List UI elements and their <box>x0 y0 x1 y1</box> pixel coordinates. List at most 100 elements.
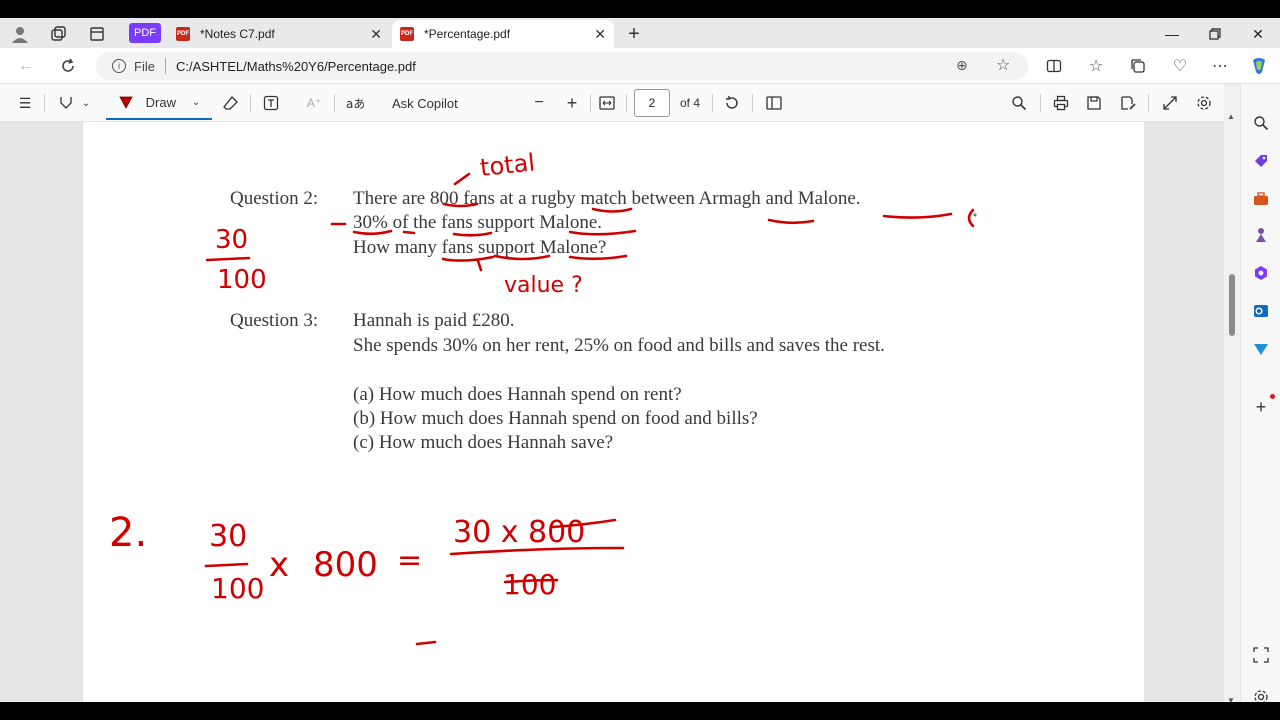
search-icon[interactable] <box>1252 114 1270 132</box>
page-number-input[interactable]: 2 <box>634 89 670 117</box>
scroll-thumb[interactable] <box>1229 274 1235 336</box>
zoom-in-icon[interactable]: + <box>561 92 583 114</box>
tab-percentage[interactable]: PDF *Percentage.pdf ✕ <box>392 20 614 48</box>
question-2-line-2: 30% of the fans support Malone. <box>353 212 603 233</box>
tab-title: *Notes C7.pdf <box>200 27 275 41</box>
address-bar[interactable]: i File C:/ASHTEL/Maths%20Y6/Percentage.p… <box>96 52 1028 80</box>
question-3-part-b: (b) How much does Hannah spend on food a… <box>353 408 758 429</box>
workspaces-icon[interactable] <box>44 22 72 46</box>
settings-gear-icon[interactable] <box>1193 92 1215 114</box>
draw-label: Draw <box>145 94 176 110</box>
ask-copilot-button[interactable]: Ask Copilot <box>392 92 458 114</box>
ink-work-num: 30 <box>209 519 247 554</box>
save-as-icon[interactable] <box>1117 92 1139 114</box>
copilot-icon[interactable] <box>1245 54 1273 78</box>
info-icon: i <box>112 59 126 73</box>
divider <box>1148 94 1149 112</box>
close-icon[interactable]: ✕ <box>370 26 382 43</box>
sidebar-settings-icon[interactable] <box>1252 688 1270 702</box>
fit-page-icon[interactable] <box>596 92 618 114</box>
draw-pen-icon <box>118 96 133 109</box>
tab-title: *Percentage.pdf <box>424 27 511 41</box>
fullscreen-icon[interactable] <box>1159 92 1181 114</box>
add-app-icon[interactable]: + <box>1252 397 1270 417</box>
restore-icon[interactable] <box>1195 22 1235 46</box>
ink-dot <box>973 213 977 217</box>
ink-underline-armagh <box>767 218 815 225</box>
scrollbar[interactable]: ▲ ▼ <box>1224 84 1240 702</box>
send-icon[interactable] <box>1252 340 1270 358</box>
page-view-icon[interactable] <box>763 92 785 114</box>
divider <box>250 94 251 112</box>
divider <box>752 94 753 112</box>
ink-frac-num: 30 <box>215 225 248 255</box>
new-tab-icon[interactable]: + <box>620 22 648 46</box>
ink-dash-2 <box>415 640 437 646</box>
ink-underline-malone <box>882 212 953 219</box>
page-total: of 4 <box>680 96 701 110</box>
pdf-extension-icon[interactable]: PDF <box>129 23 161 43</box>
scroll-up-icon[interactable]: ▲ <box>1227 112 1235 121</box>
favorites-icon[interactable]: ☆ <box>1082 54 1110 78</box>
pdf-page[interactable]: Question 2: There are 800 fans at a rugb… <box>83 122 1144 702</box>
search-icon[interactable] <box>1008 92 1030 114</box>
chevron-down-icon: ⌄ <box>81 97 91 109</box>
pdf-file-icon: PDF <box>400 27 414 41</box>
tab-actions-icon[interactable] <box>83 22 111 46</box>
close-window-icon[interactable]: ✕ <box>1238 22 1278 46</box>
copilot-app-icon[interactable] <box>1252 264 1270 282</box>
divider <box>626 94 627 112</box>
refresh-icon[interactable] <box>54 54 82 78</box>
draw-button[interactable]: Draw ⌄ <box>106 86 212 120</box>
ink-work-times: x <box>269 545 289 585</box>
games-icon[interactable] <box>1252 226 1270 244</box>
read-aloud-icon[interactable]: aあ <box>344 92 366 114</box>
ink-fraction-bar-2 <box>204 562 249 568</box>
tools-briefcase-icon[interactable] <box>1252 190 1270 208</box>
chevron-down-icon: ⌄ <box>191 96 201 108</box>
tab-notes[interactable]: PDF *Notes C7.pdf ✕ <box>168 20 390 48</box>
divider <box>1040 94 1041 112</box>
more-options-icon[interactable]: ⋯ <box>1206 54 1234 78</box>
ink-bracket <box>967 208 975 228</box>
pdf-file-icon: PDF <box>176 27 190 41</box>
save-icon[interactable] <box>1083 92 1105 114</box>
question-3-part-c: (c) How much does Hannah save? <box>353 432 614 453</box>
url-text[interactable]: C:/ASHTEL/Maths%20Y6/Percentage.pdf <box>176 59 416 74</box>
profile-icon[interactable] <box>6 22 34 46</box>
highlight-tool[interactable]: ⌄ <box>54 92 94 114</box>
collections-icon[interactable] <box>1124 54 1152 78</box>
zoom-out-icon[interactable]: − <box>528 92 550 114</box>
divider <box>590 94 591 112</box>
ink-work-equals: = <box>397 543 422 578</box>
minimize-icon[interactable]: — <box>1152 22 1192 46</box>
rotate-icon[interactable] <box>721 92 743 114</box>
ink-question-number: 2. <box>109 510 147 556</box>
browser-window: PDF PDF *Notes C7.pdf ✕ PDF *Percentage.… <box>0 18 1280 702</box>
site-info-button[interactable]: i File <box>112 59 155 74</box>
screenshot-icon[interactable] <box>1252 646 1270 664</box>
scheme-label: File <box>134 58 155 74</box>
favorite-star-icon[interactable]: ☆ <box>996 55 1010 75</box>
question-3-label: Question 3: <box>230 310 319 331</box>
back-icon[interactable]: ← <box>12 54 40 78</box>
tab-strip: PDF PDF *Notes C7.pdf ✕ PDF *Percentage.… <box>0 18 1280 48</box>
add-text-icon[interactable] <box>260 92 282 114</box>
question-3-line-1: Hannah is paid £280. <box>353 310 515 331</box>
print-icon[interactable] <box>1050 92 1072 114</box>
text-options-icon[interactable]: A⁺ <box>303 92 325 114</box>
eraser-icon[interactable] <box>220 92 242 114</box>
ink-frac-den: 100 <box>217 265 267 295</box>
shopping-tag-icon[interactable] <box>1252 152 1270 170</box>
split-screen-icon[interactable] <box>1040 54 1068 78</box>
edge-sidebar: + <box>1240 84 1280 702</box>
ink-strike-800 <box>551 518 617 529</box>
close-icon[interactable]: ✕ <box>594 26 606 43</box>
outlook-icon[interactable] <box>1252 302 1270 320</box>
question-3-line-2: She spends 30% on her rent, 25% on food … <box>353 335 885 356</box>
browser-essentials-icon[interactable]: ♡ <box>1166 54 1194 78</box>
zoom-icon[interactable]: ⊕ <box>956 57 968 74</box>
pdf-viewer[interactable]: Question 2: There are 800 fans at a rugb… <box>0 122 1224 702</box>
pdf-toolbar: ☰ ⌄ Draw ⌄ A⁺ aあ Ask Copilot − + 2 of 4 <box>0 84 1224 122</box>
contents-icon[interactable]: ☰ <box>14 92 36 114</box>
